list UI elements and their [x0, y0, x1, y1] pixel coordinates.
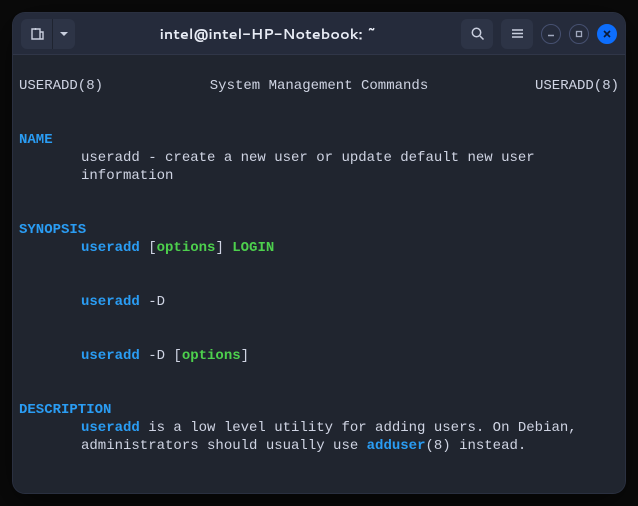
name-text: useradd - create a new user or update de… [19, 149, 619, 185]
window-title: intel@intel-HP-Notebook: ~ [81, 23, 455, 44]
titlebar-right [461, 19, 617, 49]
new-tab-icon [29, 26, 45, 42]
menu-button[interactable] [501, 19, 533, 49]
synopsis-line-1: useradd [options] LOGIN [19, 239, 619, 257]
titlebar: intel@intel-HP-Notebook: ~ [13, 13, 625, 55]
man-header-center: System Management Commands [210, 77, 428, 95]
man-header: USERADD(8) System Management Commands USER… [19, 77, 619, 95]
chevron-down-icon [59, 29, 69, 39]
section-synopsis: SYNOPSIS [19, 222, 86, 238]
desc-para-2: When invoked without the -D option, the … [19, 491, 619, 493]
hamburger-icon [510, 26, 525, 41]
new-tab-menu-button[interactable] [53, 19, 75, 49]
close-icon [602, 29, 612, 39]
synopsis-line-3: useradd -D [options] [19, 347, 619, 365]
search-icon [470, 26, 485, 41]
man-header-left: USERADD(8) [19, 77, 103, 95]
man-header-right: USERADD(8) [535, 77, 619, 95]
terminal-viewport[interactable]: USERADD(8) System Management Commands USER… [13, 55, 625, 493]
new-tab-splitbutton [21, 19, 75, 49]
titlebar-left [21, 19, 75, 49]
new-tab-button[interactable] [21, 19, 53, 49]
search-button[interactable] [461, 19, 493, 49]
terminal-window: intel@intel-HP-Notebook: ~ USERADD(8) Sys… [13, 13, 625, 493]
section-description: DESCRIPTION [19, 402, 111, 418]
synopsis-line-2: useradd -D [19, 293, 619, 311]
maximize-button[interactable] [569, 24, 589, 44]
minimize-button[interactable] [541, 24, 561, 44]
maximize-icon [574, 29, 584, 39]
section-name: NAME [19, 132, 53, 148]
desc-para-1: useradd is a low level utility for addin… [19, 419, 619, 455]
minimize-icon [546, 29, 556, 39]
close-button[interactable] [597, 24, 617, 44]
